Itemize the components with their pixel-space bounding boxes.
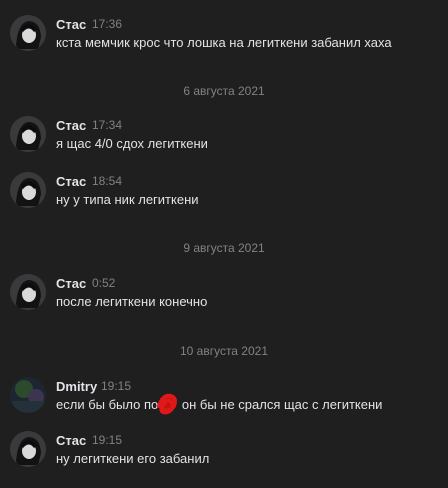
avatar[interactable]	[10, 172, 46, 208]
message-text: ну у типа ник легиткени	[56, 192, 199, 207]
message-time: 19:15	[92, 433, 123, 447]
avatar[interactable]	[10, 116, 46, 152]
message-text-part: если бы было по	[56, 397, 159, 412]
message-text: кста мемчик крос что лошка на легиткени …	[56, 35, 392, 50]
avatar[interactable]	[10, 431, 46, 467]
date-separator: 10 августа 2021	[179, 344, 269, 358]
message-time: 17:34	[92, 118, 123, 132]
message-text: после легиткени конечно	[56, 294, 208, 309]
message-author[interactable]: Dmitry	[56, 379, 97, 394]
message-time: 18:54	[92, 174, 123, 188]
message-time: 17:36	[92, 17, 123, 31]
message-author[interactable]: Стас	[56, 17, 86, 32]
message-time: 0:52	[92, 276, 116, 290]
message-author[interactable]: Стас	[56, 276, 86, 291]
avatar[interactable]	[10, 15, 46, 51]
message-text: я щас 4/0 сдох легиткени	[56, 136, 208, 151]
message-author[interactable]: Стас	[56, 174, 86, 189]
red-scribble	[157, 393, 177, 415]
message-time: 19:15	[101, 379, 132, 393]
message-text: если бы было по он бы не срался щас с ле…	[56, 397, 382, 412]
message-text-part: он бы не срался щас с легиткени	[178, 397, 383, 412]
date-separator: 9 августа 2021	[183, 241, 265, 255]
message-author[interactable]: Стас	[56, 433, 86, 448]
message-author[interactable]: Стас	[56, 118, 86, 133]
avatar[interactable]	[10, 377, 46, 413]
date-separator: 6 августа 2021	[183, 84, 265, 98]
avatar[interactable]	[10, 274, 46, 310]
message-text: ну легиткени его забанил	[56, 451, 210, 466]
